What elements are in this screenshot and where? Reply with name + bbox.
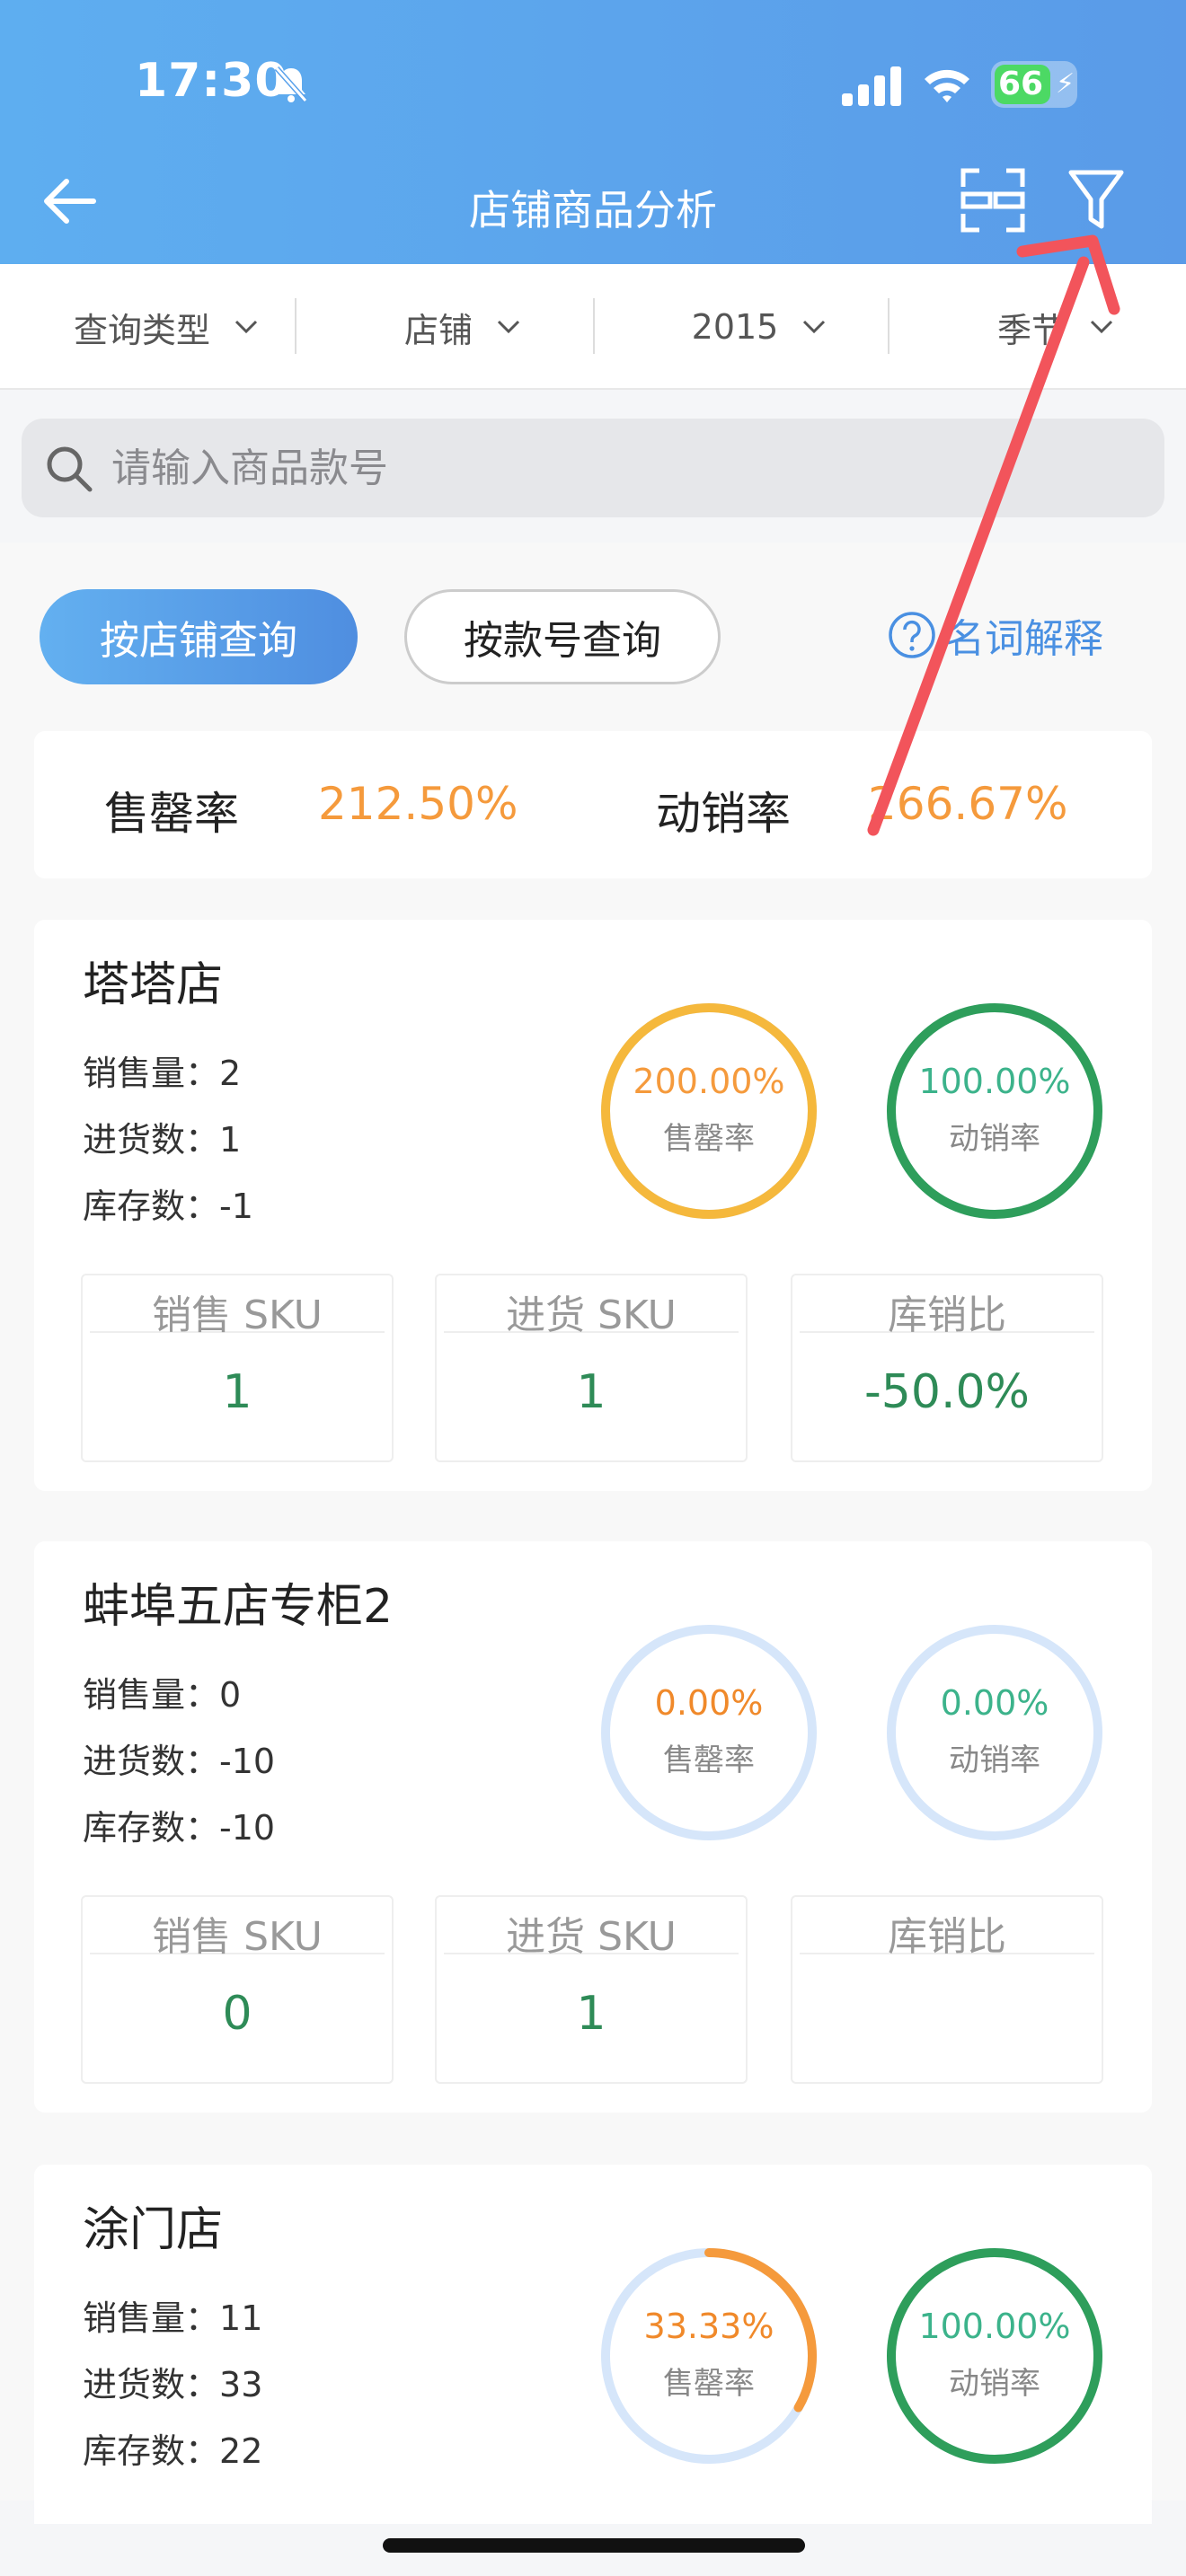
stat-purchase: 进货数：33 [83, 2365, 263, 2404]
store-card[interactable]: 涂门店 销售量：11 进货数：33 库存数：22 33.33% 售罄率 100.… [34, 2165, 1152, 2524]
help-circle-icon [889, 612, 935, 658]
nav-bar: 店铺商品分析 [0, 162, 1186, 251]
purchase-sku-box: 进货 SKU 1 [435, 1274, 748, 1462]
chevron-down-icon [803, 320, 826, 334]
stat-stock: 库存数：-1 [83, 1187, 253, 1226]
summary-sell-through-value: 212.50% [318, 778, 518, 830]
purchase-sku-box: 进货 SKU 1 [435, 1895, 748, 2084]
chevron-down-icon [1090, 320, 1113, 334]
battery-indicator: 66 ⚡ [991, 61, 1077, 108]
stat-sales: 销售量：11 [83, 2298, 263, 2338]
ring-progress [887, 2248, 1102, 2464]
sales-sku-box: 销售 SKU 0 [81, 1895, 394, 2084]
search-box [22, 419, 1164, 517]
charging-icon: ⚡ [1056, 68, 1075, 100]
glossary-link[interactable]: 名词解释 [888, 604, 1103, 666]
query-by-style-button[interactable]: 按款号查询 [404, 589, 721, 684]
turnover-ring: 0.00% 动销率 [882, 1620, 1107, 1845]
status-time: 17:30 [135, 54, 288, 108]
summary-turnover-label: 动销率 [656, 788, 791, 840]
turnover-ring: 100.00% 动销率 [882, 2244, 1107, 2468]
search-icon [47, 446, 93, 492]
query-by-store-button[interactable]: 按店铺查询 [40, 589, 358, 684]
filter-year[interactable]: 2015 [629, 264, 890, 390]
ring-progress [601, 1003, 817, 1219]
sell-through-ring: 200.00% 售罄率 [597, 999, 821, 1223]
turnover-ring: 100.00% 动销率 [882, 999, 1107, 1223]
stat-sales: 销售量：0 [83, 1675, 242, 1715]
chevron-down-icon [497, 320, 520, 334]
stat-stock: 库存数：-10 [83, 1808, 276, 1848]
stock-sales-ratio-box: 库销比 [791, 1895, 1103, 2084]
stat-purchase: 进货数：-10 [83, 1742, 276, 1781]
search-section [0, 392, 1186, 543]
stat-stock: 库存数：22 [83, 2431, 263, 2471]
sell-through-ring: 0.00% 售罄率 [597, 1620, 821, 1845]
wifi-icon [925, 69, 969, 102]
home-indicator[interactable] [383, 2538, 805, 2553]
store-card[interactable]: 塔塔店 销售量：2 进货数：1 库存数：-1 200.00% 售罄率 100.0… [34, 920, 1152, 1491]
ring-track [887, 1625, 1102, 1840]
status-bar: 17:30 66 ⚡ [0, 54, 1186, 117]
cell-signal-icon [842, 66, 901, 106]
bell-muted-icon [274, 66, 308, 102]
filter-store[interactable]: 店铺 [332, 264, 593, 390]
chevron-down-icon [235, 320, 258, 334]
store-card[interactable]: 蚌埠五店专柜2 销售量：0 进货数：-10 库存数：-10 0.00% 售罄率 … [34, 1541, 1152, 2113]
summary-turnover-value: 266.67% [868, 778, 1068, 830]
stock-sales-ratio-box: 库销比 -50.0% [791, 1274, 1103, 1462]
search-input[interactable] [111, 445, 1100, 491]
filter-query-type[interactable]: 查询类型 [36, 264, 296, 390]
stat-sales: 销售量：2 [83, 1054, 242, 1093]
scan-icon[interactable] [960, 167, 1026, 234]
main-content: 按店铺查询 按款号查询 名词解释 售罄率 212.50% 动销率 266.67%… [0, 543, 1186, 2524]
summary-sell-through-label: 售罄率 [104, 788, 239, 840]
store-name: 涂门店 [83, 2203, 224, 2257]
app-header: 17:30 66 ⚡ 店铺商品分析 [0, 0, 1186, 264]
stat-purchase: 进货数：1 [83, 1120, 242, 1160]
ring-progress [887, 1003, 1102, 1219]
sell-through-ring: 33.33% 售罄率 [597, 2244, 821, 2468]
filter-season[interactable]: 季节 [925, 264, 1186, 390]
sales-sku-box: 销售 SKU 1 [81, 1274, 394, 1462]
summary-panel: 售罄率 212.50% 动销率 266.67% [34, 731, 1152, 878]
filter-bar: 查询类型 店铺 2015 季节 [0, 264, 1186, 390]
store-name: 塔塔店 [83, 958, 224, 1012]
store-name: 蚌埠五店专柜2 [83, 1580, 394, 1634]
filter-icon[interactable] [1067, 167, 1125, 234]
ring-track [601, 1625, 817, 1840]
